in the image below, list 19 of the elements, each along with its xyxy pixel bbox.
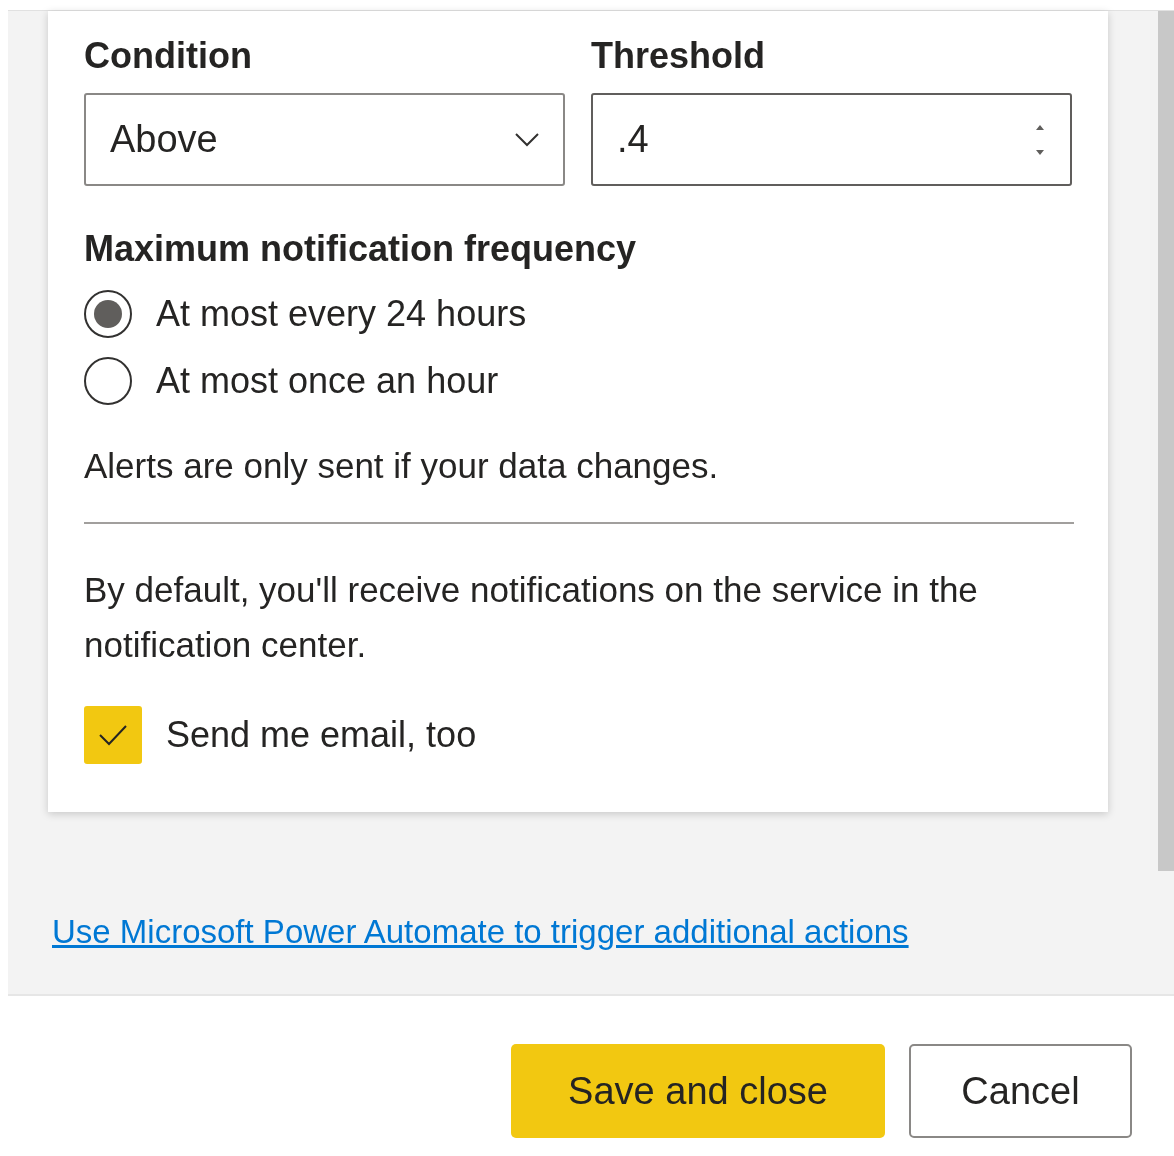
threshold-label: Threshold: [591, 34, 766, 78]
scrollbar[interactable]: [1158, 11, 1174, 871]
save-button[interactable]: Save and close: [511, 1044, 885, 1138]
cancel-button[interactable]: Cancel: [909, 1044, 1132, 1138]
threshold-input[interactable]: .4: [591, 93, 1072, 186]
chevron-down-icon: [515, 132, 539, 147]
radio-button[interactable]: [84, 356, 132, 405]
alert-note: Alerts are only sent if your data changes.: [84, 446, 720, 486]
default-note: By default, you'll receive notifications on the service in the notification center.: [84, 569, 979, 666]
radio-button[interactable]: [84, 289, 132, 338]
checkmark-icon: [98, 724, 128, 746]
condition-label: Condition: [84, 34, 253, 78]
condition-dropdown[interactable]: Above: [84, 93, 565, 186]
radio-label[interactable]: At most every 24 hours: [156, 292, 527, 335]
email-label[interactable]: Send me email, too: [166, 714, 477, 756]
email-checkbox[interactable]: [84, 706, 142, 764]
radio-label[interactable]: At most once an hour: [156, 359, 499, 402]
frequency-heading: Maximum notification frequency: [84, 228, 638, 270]
power-automate-link[interactable]: Use Microsoft Power Automate to trigger additional actions: [52, 913, 909, 951]
